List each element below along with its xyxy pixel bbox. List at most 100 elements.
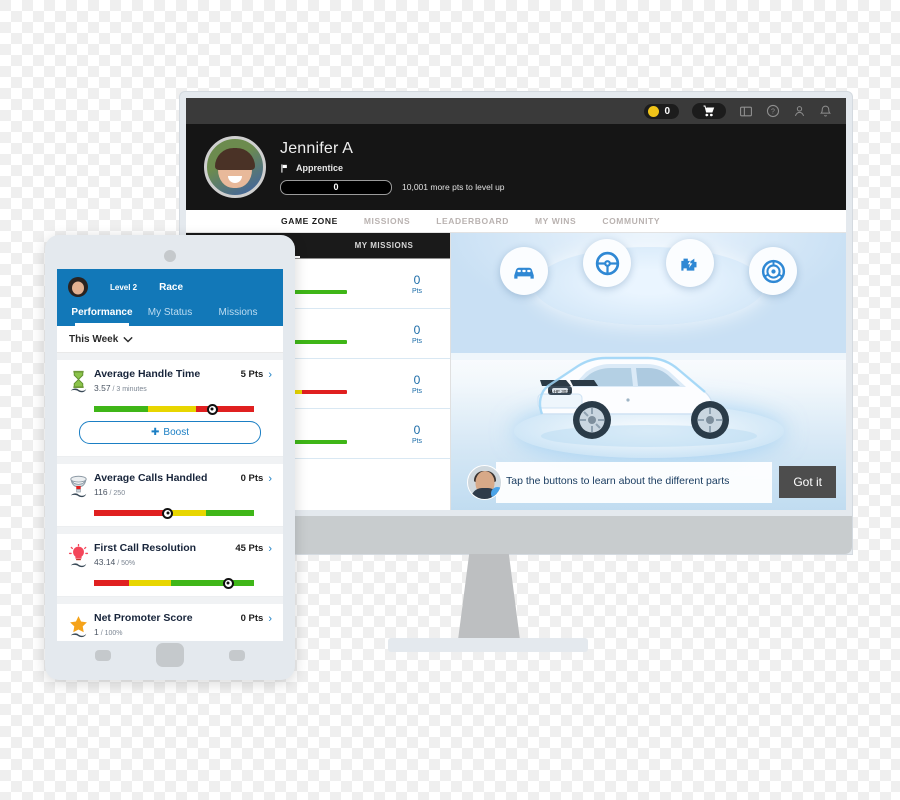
coin-balance[interactable]: 0 bbox=[644, 103, 679, 119]
tablet-home-button[interactable] bbox=[155, 643, 184, 667]
star-icon bbox=[68, 613, 94, 641]
avatar[interactable] bbox=[204, 136, 266, 198]
metric-points: 45 Pts bbox=[235, 543, 264, 554]
level-progress-value: 0 bbox=[333, 182, 339, 192]
chevron-right-icon[interactable]: › bbox=[268, 473, 272, 485]
steering-wheel-icon bbox=[595, 251, 619, 275]
list-item[interactable]: First Call Resolution 43.14 / 50% 45 Pts… bbox=[57, 534, 283, 597]
user-icon[interactable] bbox=[793, 104, 806, 118]
coach-status-badge bbox=[491, 486, 501, 499]
lightbulb-icon bbox=[68, 543, 94, 573]
metric-value: 43.14 bbox=[94, 556, 116, 567]
metric-knob bbox=[222, 577, 234, 589]
tab-my-status[interactable]: My Status bbox=[136, 307, 204, 326]
wheel-rim-icon bbox=[761, 259, 785, 283]
list-item[interactable]: Average Calls Handled 116 / 250 0 Pts › bbox=[57, 464, 283, 527]
metric-progress: 1 / 100% bbox=[94, 627, 237, 637]
period-filter-label: This Week bbox=[69, 333, 119, 345]
metric-points-unit: Pts bbox=[411, 287, 423, 295]
metric-points: 5 Pts bbox=[240, 369, 264, 380]
hourglass-icon bbox=[68, 369, 94, 399]
list-item[interactable]: Net Promoter Score 1 / 100% 0 Pts › bbox=[57, 604, 283, 641]
car-front-icon bbox=[514, 267, 534, 279]
metric-row: Average Calls Handled 116 / 250 0 Pts › bbox=[68, 472, 272, 503]
tablet-header-row: Level 2 Race bbox=[68, 277, 272, 297]
nav-tab-game-zone[interactable]: GAME ZONE bbox=[281, 216, 338, 226]
tablet-button-left[interactable] bbox=[95, 649, 112, 661]
tablet-avatar[interactable] bbox=[68, 277, 88, 297]
svg-text:M·HF 3031: M·HF 3031 bbox=[548, 389, 571, 394]
metric-points-value: 0 bbox=[413, 272, 421, 287]
boost-button[interactable]: ✚ Boost bbox=[79, 421, 261, 444]
list-item[interactable]: Average Handle Time 3.57 / 3 minutes 5 P… bbox=[57, 360, 283, 457]
level-up-text: 10,001 more pts to level up bbox=[402, 182, 505, 192]
metric-progress: 3.57 / 3 minutes bbox=[94, 383, 237, 393]
car-part-buttons bbox=[451, 239, 846, 295]
tab-missions[interactable]: Missions bbox=[204, 307, 272, 326]
tablet-tabs: Performance My Status Missions bbox=[68, 307, 272, 326]
nav-tab-community[interactable]: COMMUNITY bbox=[602, 216, 660, 226]
metric-target: / 100% bbox=[100, 629, 123, 637]
cart-button[interactable] bbox=[692, 103, 726, 119]
metric-points: 0 Pts bbox=[395, 323, 439, 345]
metric-target: / 50% bbox=[117, 559, 136, 567]
plus-icon: ✚ bbox=[151, 427, 160, 438]
sub-tab-my-missions[interactable]: MY MISSIONS bbox=[318, 233, 450, 258]
part-button-body[interactable] bbox=[500, 247, 548, 295]
nav-tab-leaderboard[interactable]: LEADERBOARD bbox=[436, 216, 509, 226]
main-navigation: GAME ZONE MISSIONS LEADERBOARD MY WINS C… bbox=[186, 210, 846, 233]
metric-name: Average Handle Time bbox=[94, 368, 201, 380]
car-showroom-scene: M·HF 3031 Tap the buttons to learn about… bbox=[451, 233, 846, 510]
got-it-button[interactable]: Got it bbox=[779, 466, 836, 498]
metric-points: 0 Pts bbox=[395, 273, 439, 295]
svg-text:?: ? bbox=[771, 109, 775, 116]
progress-row: 0 10,001 more pts to level up bbox=[280, 179, 505, 195]
chevron-down-icon bbox=[123, 336, 133, 343]
metric-text: Average Calls Handled 116 / 250 bbox=[94, 472, 237, 497]
metric-knob bbox=[162, 507, 174, 519]
monitor-stand-neck bbox=[458, 554, 520, 640]
camera-icon bbox=[164, 250, 176, 262]
boost-label: Boost bbox=[163, 427, 189, 438]
chevron-right-icon[interactable]: › bbox=[268, 543, 272, 555]
profile-info: Jennifer A Apprentice 0 10,001 more pts … bbox=[280, 140, 505, 195]
metric-row: Average Handle Time 3.57 / 3 minutes 5 P… bbox=[68, 368, 272, 399]
part-button-steering[interactable] bbox=[583, 239, 631, 287]
metric-points-unit: Pts bbox=[411, 337, 423, 345]
metric-target: / 250 bbox=[109, 489, 126, 497]
metric-meter bbox=[94, 507, 254, 519]
metric-row: First Call Resolution 43.14 / 50% 45 Pts… bbox=[68, 542, 272, 573]
metric-name: First Call Resolution bbox=[94, 542, 197, 554]
top-utility-bar: 0 ? bbox=[186, 98, 846, 124]
tablet-device: Level 2 Race Performance My Status Missi… bbox=[45, 235, 295, 680]
tablet-button-right[interactable] bbox=[228, 649, 245, 661]
panel-icon[interactable] bbox=[739, 105, 753, 118]
metric-knob bbox=[206, 403, 218, 415]
metric-points: 0 Pts bbox=[395, 423, 439, 445]
list-separator bbox=[57, 527, 283, 534]
nav-tab-missions[interactable]: MISSIONS bbox=[364, 216, 410, 226]
metric-points: 0 Pts bbox=[240, 473, 264, 484]
metric-value: 3.57 bbox=[94, 382, 111, 393]
metric-points-unit: Pts bbox=[411, 387, 423, 395]
list-separator bbox=[57, 457, 283, 464]
user-rank: Apprentice bbox=[280, 163, 505, 174]
metric-name: Average Calls Handled bbox=[94, 472, 208, 484]
metric-row: Net Promoter Score 1 / 100% 0 Pts › bbox=[68, 612, 272, 641]
chevron-right-icon[interactable]: › bbox=[268, 613, 272, 625]
avatar-hair bbox=[215, 147, 255, 170]
part-button-engine[interactable] bbox=[666, 239, 714, 287]
nav-tab-my-wins[interactable]: MY WINS bbox=[535, 216, 576, 226]
tab-performance[interactable]: Performance bbox=[68, 307, 136, 326]
help-icon[interactable]: ? bbox=[766, 104, 780, 118]
level-progress-bar: 0 bbox=[280, 179, 392, 195]
monitor-stand-base bbox=[388, 638, 588, 652]
bell-icon[interactable] bbox=[819, 104, 832, 118]
part-button-wheel[interactable] bbox=[749, 247, 797, 295]
metric-text: First Call Resolution 43.14 / 50% bbox=[94, 542, 231, 567]
metric-target: / 3 minutes bbox=[112, 385, 147, 393]
engine-icon bbox=[681, 258, 697, 271]
period-filter[interactable]: This Week bbox=[57, 326, 283, 353]
metric-meter bbox=[94, 577, 254, 589]
chevron-right-icon[interactable]: › bbox=[268, 369, 272, 381]
